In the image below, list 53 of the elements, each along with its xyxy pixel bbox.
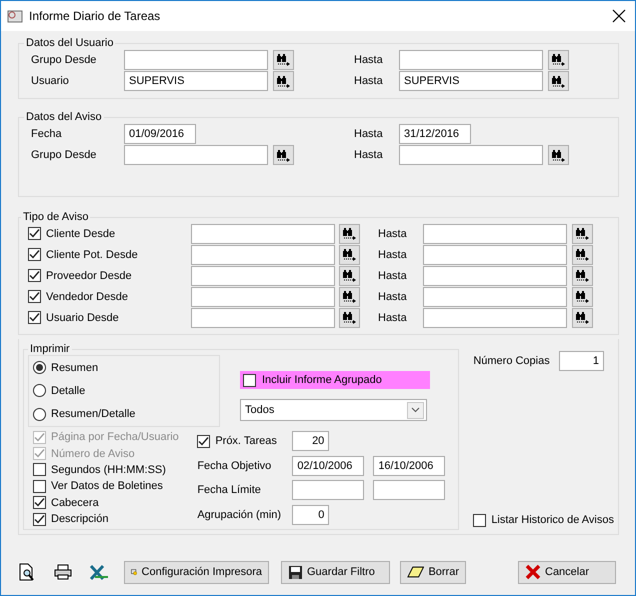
- field-label: Hasta: [354, 149, 384, 162]
- text-field[interactable]: 1: [559, 351, 604, 371]
- checkbox-label: Listar Historico de Avisos: [491, 514, 614, 526]
- checkbox-label: Incluir Informe Agrupado: [262, 374, 382, 386]
- field-label: Fecha Límite: [197, 484, 262, 496]
- field-label: Hasta: [354, 54, 384, 66]
- field-label: Hasta: [354, 75, 384, 88]
- dropdown[interactable]: Todos: [240, 399, 427, 421]
- checkbox-label: Próx. Tareas: [215, 435, 277, 448]
- window-title: Informe Diario de Tareas: [29, 9, 162, 23]
- radio-label: Resumen/Detalle: [51, 408, 136, 420]
- group-title: Imprimir: [29, 343, 71, 355]
- checkbox-label: Página por Fecha/Usuario: [51, 431, 179, 444]
- text-field[interactable]: 01/09/2016: [124, 124, 196, 144]
- group-title: Tipo de Aviso: [22, 211, 90, 223]
- group-title: Datos del Aviso: [25, 111, 103, 123]
- field-label: Hasta: [378, 228, 408, 240]
- radio-label: Detalle: [51, 384, 86, 397]
- field-label: Fecha Objetivo: [197, 460, 272, 472]
- field-label: Usuario: [31, 75, 70, 88]
- checkbox-label: Ver Datos de Boletines: [51, 480, 163, 492]
- group-title: Datos del Usuario: [25, 37, 114, 49]
- field-label: Hasta: [378, 290, 408, 302]
- text-field[interactable]: 31/12/2016: [399, 124, 471, 144]
- text-field[interactable]: SUPERVIS: [399, 71, 543, 92]
- checkbox-label: Número de Aviso: [51, 448, 135, 460]
- checkbox-label: Usuario Desde: [46, 312, 119, 324]
- field-label: Hasta: [378, 312, 408, 324]
- checkbox-label: Cabecera: [51, 496, 99, 509]
- dialog-button[interactable]: Cancelar: [518, 560, 616, 584]
- field-label: Número Copias: [473, 355, 550, 367]
- text-field[interactable]: SUPERVIS: [124, 71, 268, 92]
- text-field[interactable]: 20: [292, 431, 330, 452]
- text-field[interactable]: 02/10/2006: [292, 456, 364, 476]
- checkbox-label: Vendedor Desde: [46, 290, 128, 302]
- field-label: Grupo Desde: [31, 54, 98, 66]
- dialog-button[interactable]: Configuración Impresora: [124, 560, 269, 584]
- field-label: Hasta: [378, 248, 408, 260]
- checkbox-label: Cliente Desde: [46, 228, 116, 240]
- field-label: Fecha: [31, 128, 63, 140]
- checkbox-label: Proveedor Desde: [46, 270, 132, 282]
- radio-label: Resumen: [51, 362, 98, 374]
- text-field[interactable]: 0: [292, 504, 330, 525]
- checkbox-label: Cliente Pot. Desde: [46, 248, 138, 260]
- checkbox-label: Descripción: [51, 513, 108, 526]
- field-label: Agrupación (min): [197, 508, 282, 521]
- field-label: Hasta: [354, 128, 384, 140]
- dialog-button[interactable]: Guardar Filtro: [281, 560, 390, 584]
- field-label: Grupo Desde: [31, 149, 98, 162]
- dialog-button[interactable]: Borrar: [400, 560, 466, 584]
- checkbox-label: Segundos (HH:MM:SS): [51, 464, 166, 476]
- field-label: Hasta: [378, 270, 408, 282]
- text-field[interactable]: 16/10/2006: [373, 456, 446, 476]
